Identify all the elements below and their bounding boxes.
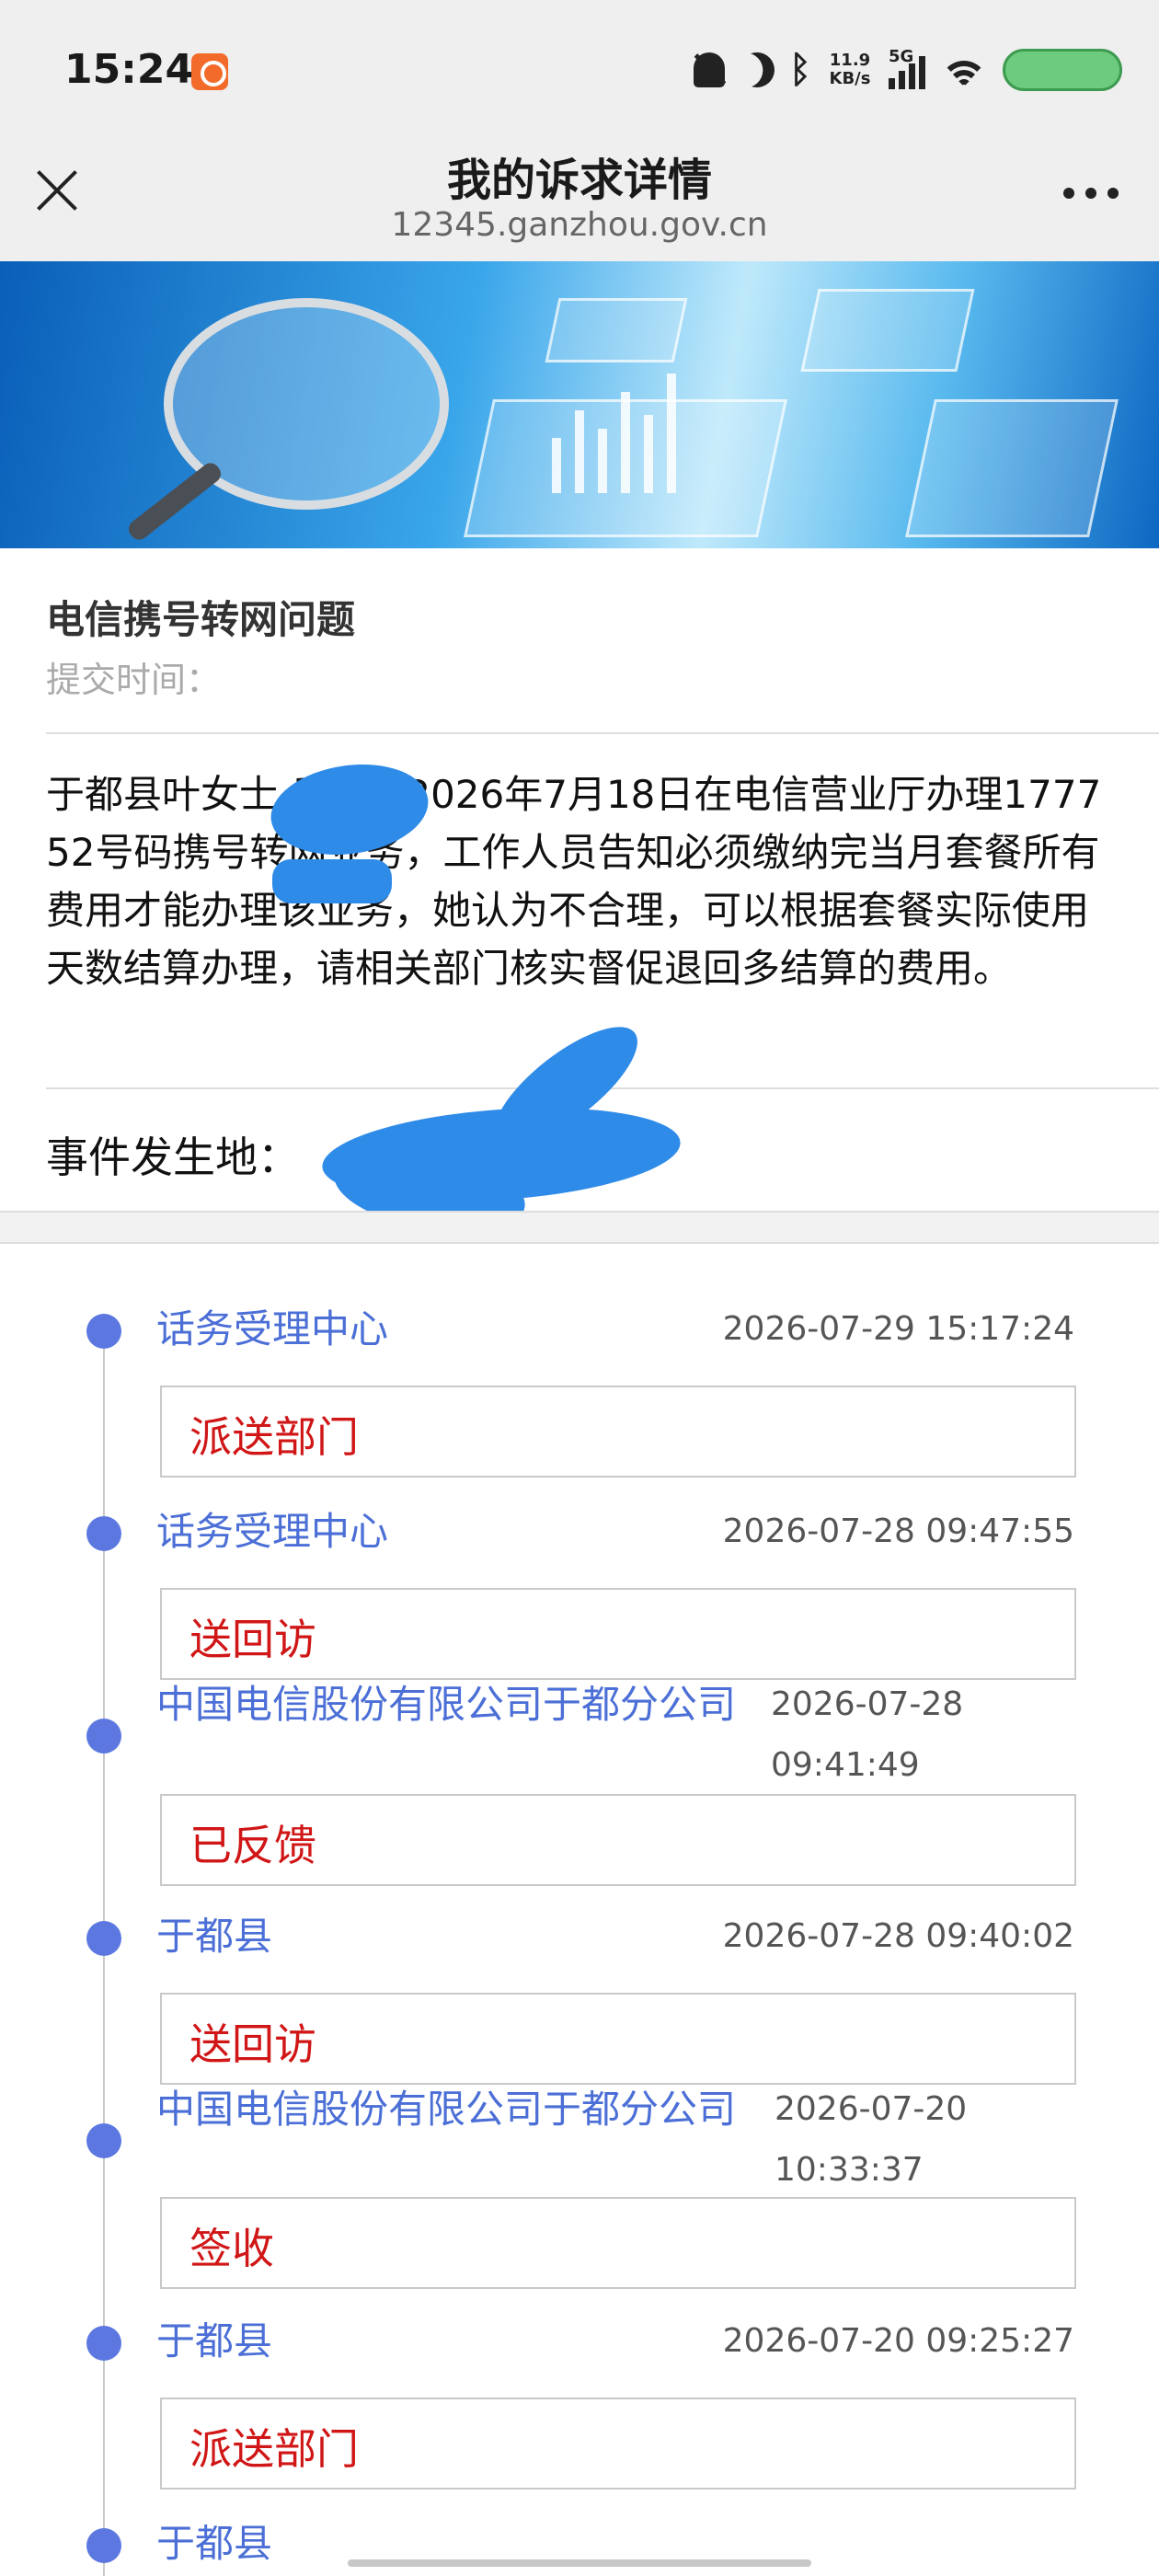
status-icons: ᛒ 11.9 KB/s 5G (694, 44, 1122, 96)
submit-time-label: 提交时间： (46, 660, 222, 700)
timeline-status: 已反馈 (160, 1794, 1076, 1886)
moon-icon (735, 48, 780, 93)
timeline-time: 2026-07-28 09:41:49 (771, 1685, 964, 1784)
timeline-dot-icon (86, 1314, 121, 1349)
nav-bar: 我的诉求详情 12345.ganzhou.gov.cn (0, 138, 1159, 261)
more-options-icon[interactable] (1063, 188, 1119, 202)
timeline-dot-icon (86, 1921, 121, 1956)
page-title: 我的诉求详情 (446, 155, 712, 206)
section-separator (0, 1211, 1159, 1244)
redaction-mark (272, 859, 392, 903)
network-speed: 11.9 KB/s (829, 51, 871, 88)
status-time: 15:24 (64, 46, 194, 93)
timeline-dot-icon (86, 2528, 121, 2563)
timeline-dot-icon (86, 1719, 121, 1754)
timeline-org: 中国电信股份有限公司于都分公司 (156, 1682, 737, 1727)
request-description: 于都县叶女士 反映她2026年7月18日在电信营业厅办理1777 52号码携号转… (46, 772, 1102, 991)
timeline-time: 2026-07-20 09:25:27 (722, 2322, 1074, 2360)
timeline-time: 2026-07-28 09:40:02 (722, 1917, 1074, 1955)
timeline-org: 于都县 (156, 1914, 273, 1959)
page-url: 12345.ganzhou.gov.cn (391, 206, 768, 244)
timeline-time: 2026-07-28 09:47:55 (722, 1512, 1074, 1550)
home-indicator[interactable] (348, 2559, 811, 2567)
magnifier-handle (124, 459, 225, 544)
timeline-status: 送回访 (160, 1588, 1076, 1680)
timeline-time: 2026-07-29 15:17:24 (722, 1310, 1074, 1348)
timeline-dot-icon (86, 2123, 121, 2158)
timeline-dot-icon (86, 2326, 121, 2361)
timeline-status: 送回访 (160, 1993, 1076, 2085)
mute-bell-icon (694, 52, 725, 87)
timeline-status: 签收 (160, 2197, 1076, 2289)
bluetooth-icon: ᛒ (789, 49, 811, 91)
event-location-label: 事件发生地： (46, 1133, 300, 1182)
timeline-org: 于都县 (156, 2318, 273, 2363)
divider (46, 732, 1159, 734)
header-banner-image (0, 261, 1159, 548)
signal-icon: 5G (889, 47, 925, 89)
wifi-icon (940, 52, 988, 88)
status-bar: 15:24 ᛒ 11.9 KB/s 5G (0, 0, 1159, 138)
timeline-dot-icon (86, 1516, 121, 1551)
app-badge-icon (191, 53, 228, 90)
timeline-org: 话务受理中心 (156, 1306, 389, 1351)
timeline-time: 2026-07-20 10:33:37 (775, 2090, 968, 2189)
battery-icon (1003, 49, 1122, 91)
timeline-status: 派送部门 (160, 2398, 1076, 2490)
request-title: 电信携号转网问题 (46, 597, 356, 642)
timeline-org: 中国电信股份有限公司于都分公司 (156, 2087, 737, 2132)
network-type: 5G (889, 47, 914, 66)
timeline-org: 于都县 (156, 2521, 273, 2566)
timeline-status: 派送部门 (160, 1386, 1076, 1478)
timeline-org: 话务受理中心 (156, 1509, 389, 1554)
